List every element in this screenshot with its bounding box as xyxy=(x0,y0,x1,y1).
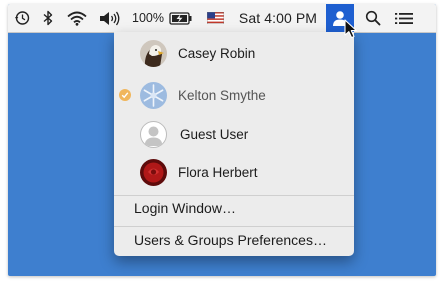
generic-user-avatar-icon xyxy=(140,120,167,148)
user-item-flora-herbert[interactable]: Flora Herbert xyxy=(114,153,354,191)
snowflake-avatar-icon xyxy=(140,81,167,109)
user-item-casey-robin[interactable]: Casey Robin xyxy=(114,34,354,72)
cursor-icon xyxy=(344,19,358,44)
search-icon[interactable] xyxy=(362,4,384,32)
flag-icon[interactable] xyxy=(205,4,225,32)
menu-divider xyxy=(114,195,354,196)
menu-divider xyxy=(114,226,354,227)
menu-bar: 100% Sat 4:00 PM xyxy=(8,4,436,33)
user-switch-menu: Casey Robin Kelton Smythe Guest User Flo… xyxy=(114,32,354,256)
volume-icon[interactable] xyxy=(98,4,122,32)
battery-icon[interactable] xyxy=(168,4,194,32)
user-name: Flora Herbert xyxy=(178,164,258,180)
bluetooth-icon[interactable] xyxy=(40,4,56,32)
user-name: Casey Robin xyxy=(178,45,256,61)
rose-avatar-icon xyxy=(140,158,167,186)
user-item-kelton-smythe[interactable]: Kelton Smythe xyxy=(114,76,354,114)
user-name: Guest User xyxy=(180,126,249,142)
list-icon[interactable] xyxy=(392,4,416,32)
user-item-guest-user[interactable]: Guest User xyxy=(114,115,354,153)
battery-percentage[interactable]: 100% xyxy=(130,4,166,32)
desktop: 100% Sat 4:00 PM Casey Robin Kelton Smyt… xyxy=(8,4,436,276)
wifi-icon[interactable] xyxy=(66,4,88,32)
time-machine-icon[interactable] xyxy=(12,4,32,32)
login-window-item[interactable]: Login Window… xyxy=(134,200,236,216)
checkmark-icon xyxy=(119,89,131,101)
clock[interactable]: Sat 4:00 PM xyxy=(233,4,323,32)
eagle-avatar-icon xyxy=(140,39,167,67)
users-groups-preferences-item[interactable]: Users & Groups Preferences… xyxy=(134,232,327,248)
user-name: Kelton Smythe xyxy=(178,87,266,103)
